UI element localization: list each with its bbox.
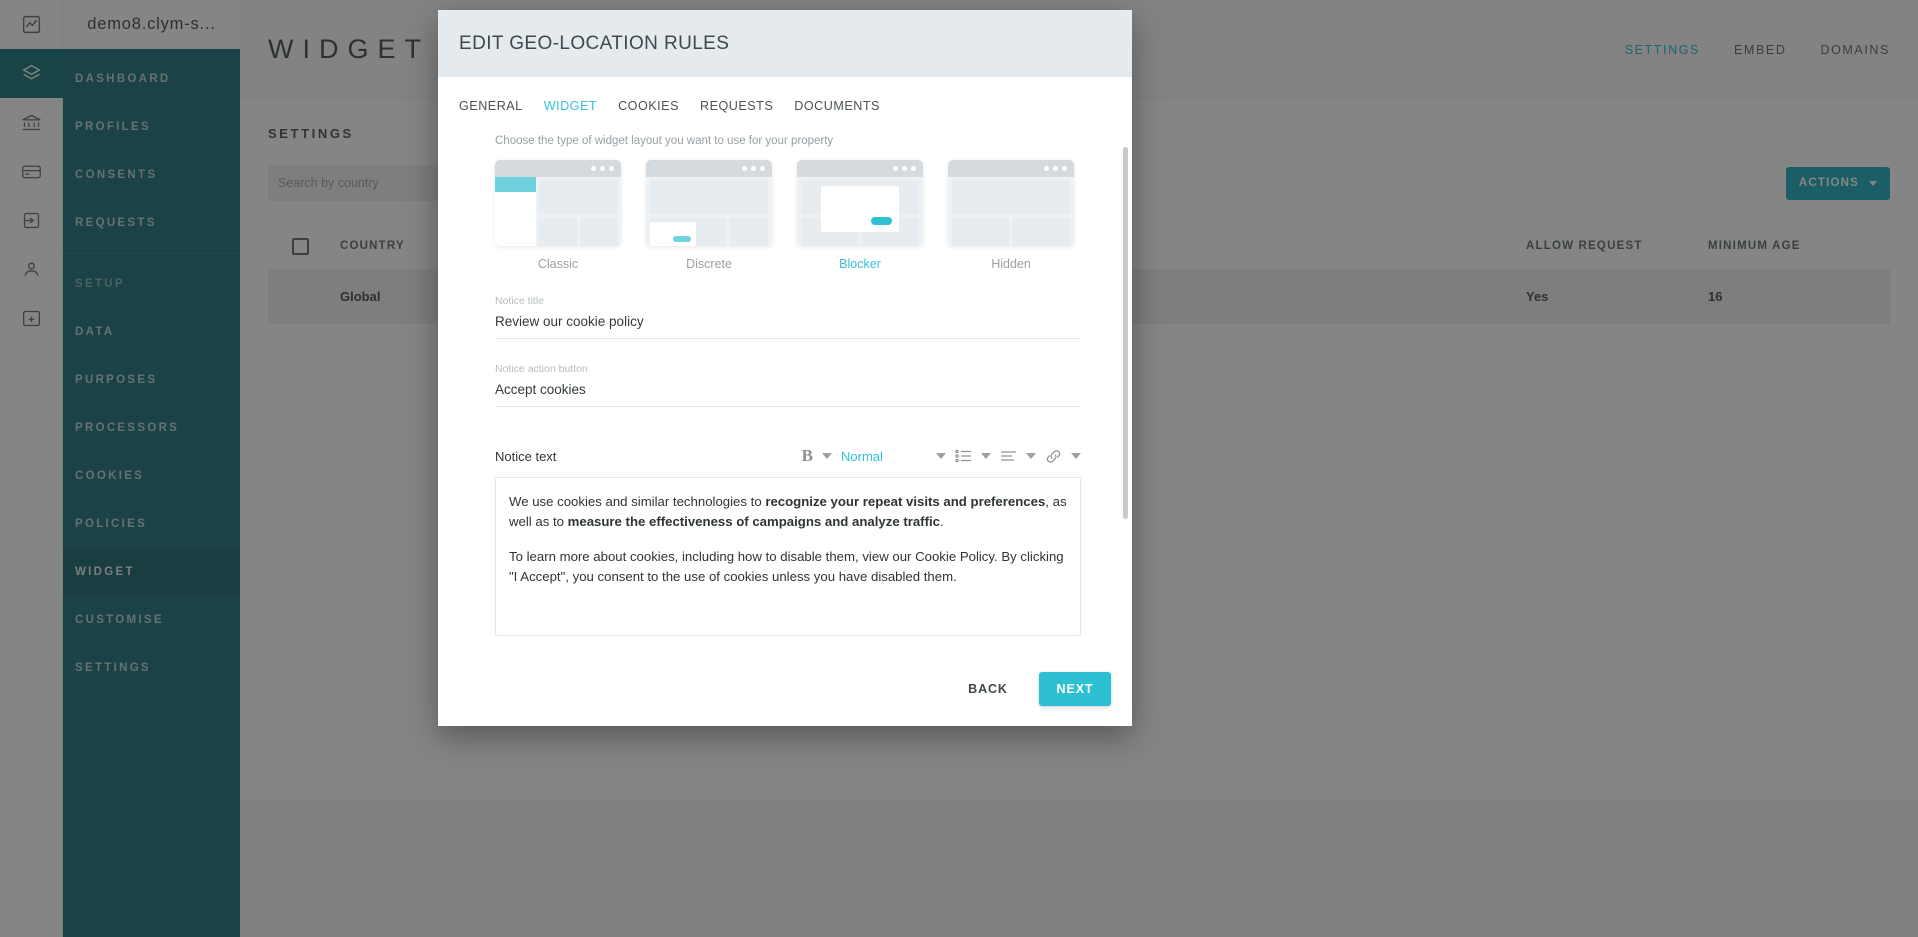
window-dot-icon bbox=[911, 166, 916, 171]
layout-label-discrete: Discrete bbox=[686, 257, 732, 271]
window-bar bbox=[646, 160, 772, 177]
align-left-icon[interactable] bbox=[1000, 445, 1017, 467]
hidden-thumbnail[interactable] bbox=[948, 160, 1074, 246]
notice-title-input[interactable]: Review our cookie policy bbox=[495, 307, 1081, 339]
next-button[interactable]: NEXT bbox=[1039, 672, 1111, 706]
editor-paragraph-1: We use cookies and similar technologies … bbox=[509, 492, 1067, 533]
dialog-footer: BACK NEXT bbox=[438, 652, 1132, 726]
notice-text-editor: Notice text B Normal We use cookies and … bbox=[459, 435, 1111, 636]
dialog-header: EDIT GEO-LOCATION RULES bbox=[438, 10, 1132, 77]
bulleted-list-icon[interactable] bbox=[955, 445, 972, 467]
window-dot-icon bbox=[902, 166, 907, 171]
dialog-tab-documents[interactable]: DOCUMENTS bbox=[794, 99, 880, 113]
layout-option-hidden[interactable]: Hidden bbox=[948, 160, 1074, 271]
notice-title-field[interactable]: Notice title Review our cookie policy bbox=[459, 295, 1111, 339]
window-dot-icon bbox=[609, 166, 614, 171]
dialog-tab-general[interactable]: GENERAL bbox=[459, 99, 523, 113]
window-dot-icon bbox=[751, 166, 756, 171]
window-dot-icon bbox=[1044, 166, 1049, 171]
layout-label-classic: Classic bbox=[537, 257, 579, 271]
editor-toolbar: Notice text B Normal bbox=[495, 435, 1081, 477]
notice-action-button-input[interactable]: Accept cookies bbox=[495, 375, 1081, 407]
window-dot-icon bbox=[1062, 166, 1067, 171]
notice-action-button-label: Notice action button bbox=[495, 363, 588, 375]
back-button[interactable]: BACK bbox=[949, 672, 1027, 706]
window-dot-icon bbox=[742, 166, 747, 171]
window-dot-icon bbox=[760, 166, 765, 171]
layout-label-blocker: Blocker bbox=[839, 257, 881, 271]
chevron-down-icon[interactable] bbox=[936, 453, 946, 459]
layout-option-blocker[interactable]: Blocker bbox=[797, 160, 923, 271]
classic-thumbnail[interactable] bbox=[495, 160, 621, 246]
bold-icon[interactable]: B bbox=[802, 445, 813, 467]
dialog-body: GENERAL WIDGET COOKIES REQUESTS DOCUMENT… bbox=[438, 77, 1132, 652]
link-icon[interactable] bbox=[1045, 445, 1062, 467]
editor-p1-bold-1: recognize your repeat visits and prefere… bbox=[765, 494, 1046, 509]
editor-p1-post: . bbox=[939, 514, 944, 530]
notice-title-label: Notice title bbox=[495, 295, 545, 307]
dialog-scroll-area: GENERAL WIDGET COOKIES REQUESTS DOCUMENT… bbox=[438, 77, 1132, 652]
window-dot-icon bbox=[600, 166, 605, 171]
chevron-down-icon[interactable] bbox=[1026, 453, 1036, 459]
editor-paragraph-2: To learn more about cookies, including h… bbox=[509, 548, 1064, 585]
dialog-tabs: GENERAL WIDGET COOKIES REQUESTS DOCUMENT… bbox=[459, 99, 1111, 113]
chevron-down-icon[interactable] bbox=[981, 453, 991, 459]
notice-text-label: Notice text bbox=[495, 448, 557, 464]
text-style-select[interactable]: Normal bbox=[841, 449, 927, 464]
chevron-down-icon[interactable] bbox=[1071, 453, 1081, 459]
window-bar bbox=[797, 160, 923, 177]
dialog-tab-cookies[interactable]: COOKIES bbox=[618, 99, 679, 113]
notice-action-button-field[interactable]: Notice action button Accept cookies bbox=[459, 363, 1111, 407]
dialog-scrollbar[interactable] bbox=[1123, 147, 1128, 519]
window-bar bbox=[495, 160, 621, 177]
blocker-thumbnail[interactable] bbox=[797, 160, 923, 246]
layout-label-hidden: Hidden bbox=[991, 257, 1031, 271]
window-bar bbox=[948, 160, 1074, 177]
layout-option-classic[interactable]: Classic bbox=[495, 160, 621, 271]
window-dot-icon bbox=[591, 166, 596, 171]
layout-hint-text: Choose the type of widget layout you wan… bbox=[495, 135, 834, 147]
dialog-tab-widget[interactable]: WIDGET bbox=[544, 99, 597, 113]
window-dot-icon bbox=[893, 166, 898, 171]
chevron-down-icon[interactable] bbox=[822, 453, 832, 459]
discrete-thumbnail[interactable] bbox=[646, 160, 772, 246]
layout-option-discrete[interactable]: Discrete bbox=[646, 160, 772, 271]
editor-p1-bold-2: measure the effectiveness of campaigns a… bbox=[567, 514, 940, 530]
layout-options: Classic Discrete Blocker Hidden bbox=[459, 160, 1111, 271]
dialog-tab-requests[interactable]: REQUESTS bbox=[700, 99, 773, 113]
window-dot-icon bbox=[1053, 166, 1058, 171]
dialog-title: EDIT GEO-LOCATION RULES bbox=[459, 32, 730, 54]
notice-text-input[interactable]: We use cookies and similar technologies … bbox=[495, 477, 1081, 636]
edit-geo-location-rules-dialog: EDIT GEO-LOCATION RULES GENERAL WIDGET C… bbox=[438, 10, 1132, 726]
editor-p1-pre: We use cookies and similar technologies … bbox=[509, 494, 766, 509]
